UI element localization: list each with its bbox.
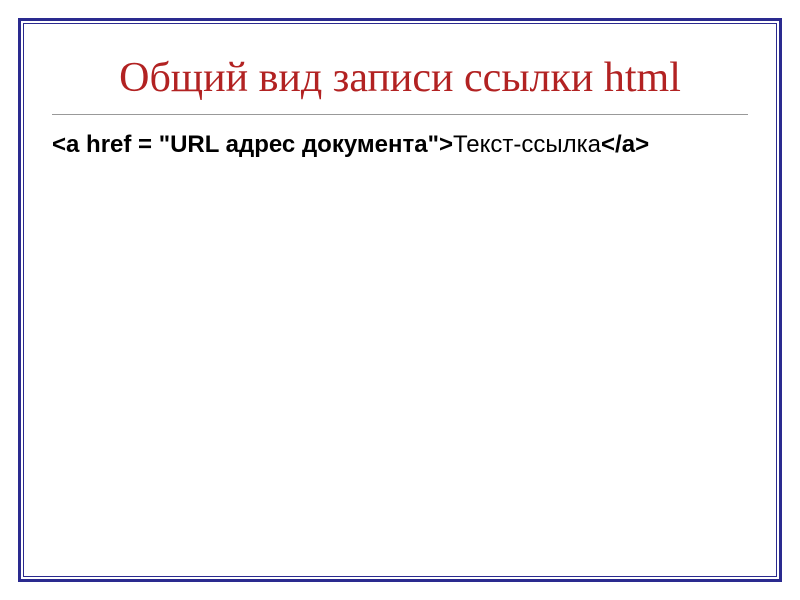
inner-frame: Общий вид записи ссылки html <a href = "… <box>23 23 777 577</box>
anchor-open-tag: <a href = "URL адрес документа"> <box>52 131 453 158</box>
title-divider <box>52 114 748 115</box>
slide-title: Общий вид записи ссылки html <box>52 54 748 102</box>
code-example: <a href = "URL адрес документа">Текст-сс… <box>52 129 748 160</box>
outer-frame: Общий вид записи ссылки html <a href = "… <box>18 18 782 582</box>
anchor-link-text: Текст-ссылка <box>453 131 601 158</box>
anchor-close-tag: </a> <box>601 131 649 158</box>
